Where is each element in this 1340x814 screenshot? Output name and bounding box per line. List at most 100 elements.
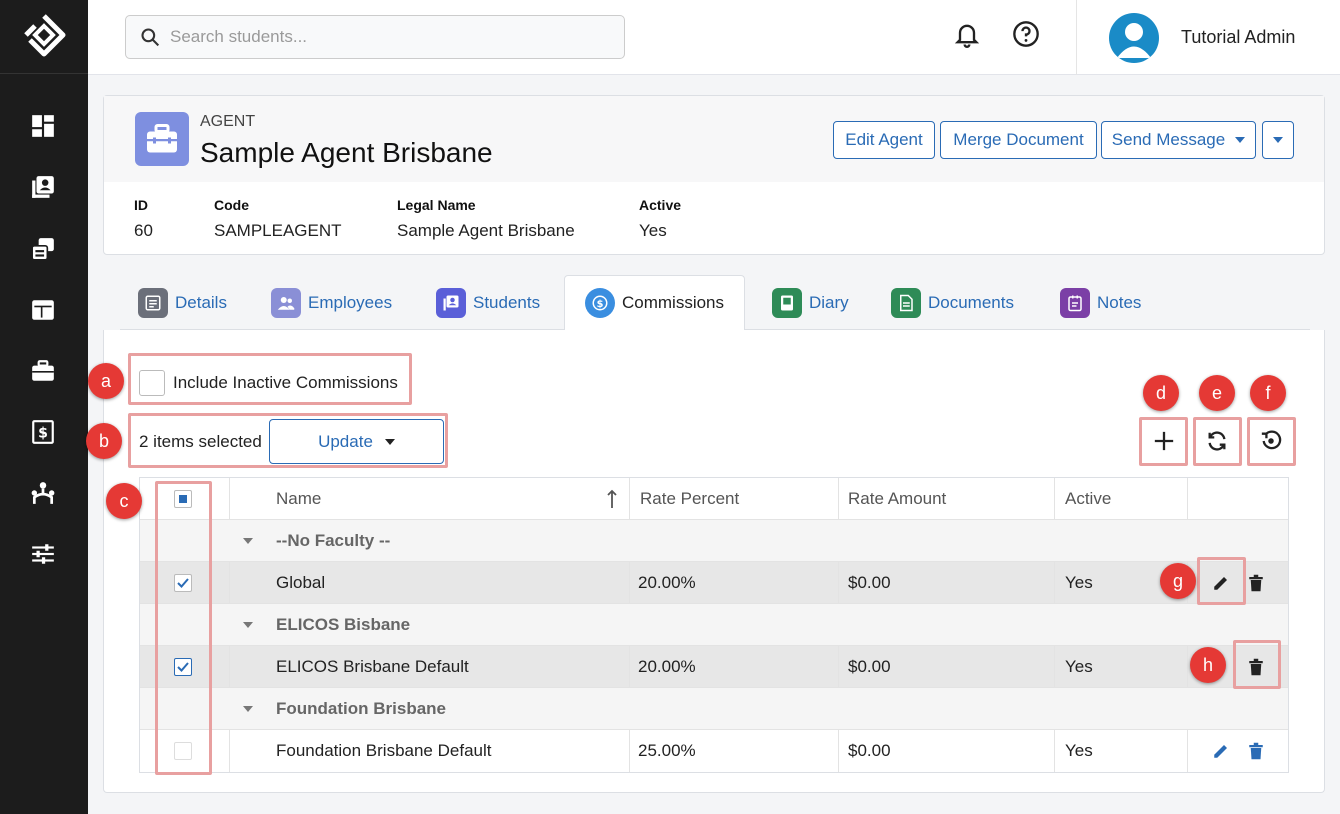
students-icon[interactable] bbox=[28, 172, 58, 202]
cell-name: Foundation Brisbane Default bbox=[276, 741, 492, 760]
field-value-active: Yes bbox=[639, 221, 667, 240]
field-label-code: Code bbox=[214, 197, 249, 213]
merge-document-button[interactable]: Merge Document bbox=[940, 121, 1097, 159]
edit-agent-button[interactable]: Edit Agent bbox=[833, 121, 935, 159]
page-title: Sample Agent Brisbane bbox=[200, 137, 493, 168]
search-box[interactable] bbox=[125, 15, 625, 59]
update-label: Update bbox=[318, 431, 373, 451]
search-input[interactable] bbox=[170, 27, 590, 47]
avatar bbox=[1109, 12, 1159, 63]
column-header-rate-percent[interactable]: Rate Percent bbox=[640, 478, 739, 519]
tab-commissions[interactable]: $ Commissions bbox=[564, 275, 746, 331]
cell-name: ELICOS Brisbane Default bbox=[276, 656, 469, 676]
delete-button[interactable] bbox=[1243, 562, 1269, 603]
trash-icon bbox=[1249, 742, 1263, 760]
pencil-icon bbox=[1214, 745, 1227, 758]
bell-icon[interactable] bbox=[953, 20, 981, 48]
callout-g: g bbox=[1160, 563, 1196, 599]
table-row[interactable]: ELICOS Brisbane Default 20.00% $0.00 Yes bbox=[140, 646, 1288, 688]
field-label-active: Active bbox=[639, 197, 682, 213]
tab-notes-label: Notes bbox=[1097, 292, 1142, 312]
callout-h: h bbox=[1190, 647, 1226, 683]
delete-button[interactable] bbox=[1243, 730, 1269, 772]
field-value-code: SAMPLEAGENT bbox=[214, 221, 342, 240]
edit-button[interactable] bbox=[1208, 730, 1234, 772]
callout-d: d bbox=[1143, 375, 1179, 411]
cell-rate-percent: 20.00% bbox=[638, 572, 696, 592]
send-message-label: Send Message bbox=[1111, 130, 1226, 149]
tab-employees-label: Employees bbox=[308, 292, 393, 312]
more-actions-button[interactable] bbox=[1262, 121, 1294, 159]
field-value-legal-name: Sample Agent Brisbane bbox=[397, 221, 575, 240]
user-name: Tutorial Admin bbox=[1181, 27, 1296, 47]
students-icon bbox=[436, 287, 466, 318]
grid-header-row: Name Rate Percent Rate Amount Active bbox=[140, 478, 1288, 520]
network-icon[interactable] bbox=[28, 478, 58, 508]
help-icon[interactable] bbox=[1012, 20, 1040, 48]
tab-students[interactable]: Students bbox=[436, 275, 540, 330]
svg-text:$: $ bbox=[38, 425, 48, 441]
include-inactive-toggle[interactable]: Include Inactive Commissions bbox=[139, 370, 398, 396]
sidebar: $ bbox=[0, 0, 88, 814]
search-icon bbox=[141, 28, 160, 47]
update-dropdown-button[interactable]: Update bbox=[269, 419, 444, 464]
collapse-caret-icon[interactable] bbox=[243, 688, 253, 729]
chevron-down-icon bbox=[384, 438, 395, 445]
settings-sliders-icon[interactable] bbox=[28, 539, 58, 569]
diary-icon bbox=[772, 287, 802, 318]
include-inactive-checkbox[interactable] bbox=[139, 370, 165, 396]
trash-icon bbox=[1249, 574, 1263, 591]
agent-card-header: AGENT Sample Agent Brisbane Edit Agent M… bbox=[104, 96, 1324, 182]
column-header-rate-amount[interactable]: Rate Amount bbox=[848, 478, 946, 519]
cell-rate-amount: $0.00 bbox=[848, 572, 891, 592]
layout-icon[interactable] bbox=[28, 295, 58, 325]
table-row[interactable]: Global 20.00% $0.00 Yes bbox=[140, 562, 1288, 604]
tab-diary-label: Diary bbox=[809, 292, 849, 312]
callout-b: b bbox=[86, 423, 122, 459]
reset-view-button[interactable] bbox=[1252, 422, 1290, 460]
group-label: ELICOS Bisbane bbox=[276, 614, 411, 634]
group-row[interactable]: --No Faculty -- bbox=[140, 520, 1288, 562]
selected-count: 2 items selected bbox=[139, 432, 262, 451]
app-logo[interactable] bbox=[0, 0, 88, 74]
agent-type-label: AGENT bbox=[200, 113, 256, 130]
tab-documents[interactable]: Documents bbox=[891, 275, 1014, 330]
field-value-id: 60 bbox=[134, 221, 153, 240]
collapse-caret-icon[interactable] bbox=[243, 604, 253, 645]
highlight-box-g bbox=[1197, 557, 1246, 605]
add-commission-button[interactable] bbox=[1145, 422, 1183, 460]
send-message-button[interactable]: Send Message bbox=[1101, 121, 1256, 159]
dashboard-icon[interactable] bbox=[28, 111, 58, 141]
tab-employees[interactable]: Employees bbox=[271, 275, 392, 330]
sort-ascending-icon[interactable] bbox=[606, 478, 618, 519]
table-row[interactable]: Foundation Brisbane Default 25.00% $0.00… bbox=[140, 730, 1288, 772]
column-header-name[interactable]: Name bbox=[276, 478, 321, 519]
highlight-box-c bbox=[155, 481, 212, 775]
group-row[interactable]: Foundation Brisbane bbox=[140, 688, 1288, 730]
group-row[interactable]: ELICOS Bisbane bbox=[140, 604, 1288, 646]
highlight-box-h bbox=[1233, 640, 1281, 689]
user-menu[interactable]: Tutorial Admin bbox=[1076, 0, 1340, 75]
cell-rate-percent: 25.00% bbox=[638, 741, 696, 760]
svg-text:$: $ bbox=[597, 299, 604, 310]
details-icon bbox=[138, 287, 168, 318]
agents-icon[interactable] bbox=[28, 356, 58, 386]
refresh-button[interactable] bbox=[1198, 422, 1236, 460]
top-bar: Tutorial Admin bbox=[88, 0, 1340, 75]
finance-icon[interactable]: $ bbox=[28, 417, 58, 447]
logo-icon bbox=[24, 13, 66, 56]
collapse-caret-icon[interactable] bbox=[243, 520, 253, 561]
document-icon bbox=[891, 287, 921, 318]
tab-details[interactable]: Details bbox=[138, 275, 227, 330]
cell-active: Yes bbox=[1065, 572, 1093, 592]
courses-icon[interactable] bbox=[28, 234, 58, 264]
field-label-id: ID bbox=[134, 197, 148, 213]
tab-diary[interactable]: Diary bbox=[772, 275, 849, 330]
tab-notes[interactable]: Notes bbox=[1060, 275, 1141, 330]
callout-e: e bbox=[1199, 375, 1235, 411]
group-label: Foundation Brisbane bbox=[276, 698, 446, 718]
column-header-active[interactable]: Active bbox=[1065, 478, 1111, 519]
tab-details-label: Details bbox=[175, 292, 227, 312]
include-inactive-label: Include Inactive Commissions bbox=[173, 373, 398, 392]
cell-rate-percent: 20.00% bbox=[638, 656, 696, 676]
